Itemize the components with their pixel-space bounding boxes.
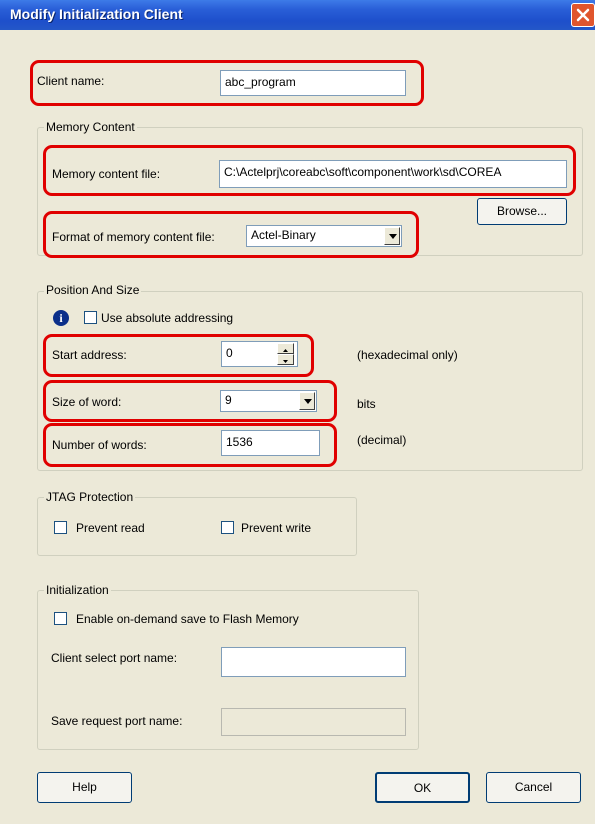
window-title: Modify Initialization Client bbox=[10, 6, 183, 22]
help-button[interactable]: Help bbox=[37, 772, 132, 803]
position-size-legend: Position And Size bbox=[44, 283, 142, 297]
word-size-select[interactable]: 9 bbox=[220, 390, 317, 412]
browse-button[interactable]: Browse... bbox=[477, 198, 567, 225]
start-address-spin-up[interactable] bbox=[277, 343, 294, 354]
word-size-unit: bits bbox=[357, 397, 376, 411]
save-port-input bbox=[221, 708, 406, 736]
format-value: Actel-Binary bbox=[251, 228, 316, 242]
client-name-label: Client name: bbox=[37, 74, 105, 88]
prevent-read-checkbox[interactable] bbox=[54, 521, 67, 534]
start-address-label: Start address: bbox=[52, 348, 127, 362]
start-address-spin-down[interactable] bbox=[277, 354, 294, 365]
num-words-note: (decimal) bbox=[357, 433, 407, 447]
cancel-button[interactable]: Cancel bbox=[486, 772, 581, 803]
word-size-label: Size of word: bbox=[52, 395, 122, 409]
info-icon: i bbox=[53, 310, 69, 326]
word-size-value: 9 bbox=[225, 393, 232, 407]
prevent-write-label: Prevent write bbox=[241, 521, 312, 535]
prevent-write-checkbox[interactable] bbox=[221, 521, 234, 534]
title-bar: Modify Initialization Client bbox=[0, 0, 595, 30]
memory-content-legend: Memory Content bbox=[44, 120, 137, 134]
prevent-read-label: Prevent read bbox=[76, 521, 145, 535]
chevron-down-icon bbox=[304, 399, 312, 404]
absolute-addressing-label: Use absolute addressing bbox=[101, 311, 234, 325]
memory-file-label: Memory content file: bbox=[52, 167, 161, 181]
num-words-label: Number of words: bbox=[52, 438, 147, 452]
chevron-down-icon bbox=[389, 234, 397, 239]
ok-button[interactable]: OK bbox=[375, 772, 470, 803]
spin-down-icon bbox=[283, 360, 288, 363]
format-label: Format of memory content file: bbox=[52, 230, 215, 244]
save-port-label: Save request port name: bbox=[51, 714, 183, 728]
close-icon bbox=[576, 8, 590, 22]
initialization-legend: Initialization bbox=[44, 583, 111, 597]
enable-save-checkbox[interactable] bbox=[54, 612, 67, 625]
enable-save-label: Enable on-demand save to Flash Memory bbox=[76, 612, 299, 626]
start-address-value: 0 bbox=[226, 346, 233, 360]
num-words-input[interactable]: 1536 bbox=[221, 430, 320, 456]
close-button[interactable] bbox=[571, 3, 595, 27]
client-name-input[interactable]: abc_program bbox=[220, 70, 406, 96]
format-dropdown-button[interactable] bbox=[384, 227, 400, 245]
start-address-note: (hexadecimal only) bbox=[357, 348, 458, 362]
client-port-input[interactable] bbox=[221, 647, 406, 677]
jtag-legend: JTAG Protection bbox=[44, 490, 136, 504]
memory-file-input[interactable]: C:\Actelprj\coreabc\soft\component\work\… bbox=[219, 160, 567, 188]
format-select[interactable]: Actel-Binary bbox=[246, 225, 402, 247]
absolute-addressing-checkbox[interactable] bbox=[84, 311, 97, 324]
client-port-label: Client select port name: bbox=[51, 651, 178, 665]
word-size-dropdown-button[interactable] bbox=[299, 392, 315, 410]
